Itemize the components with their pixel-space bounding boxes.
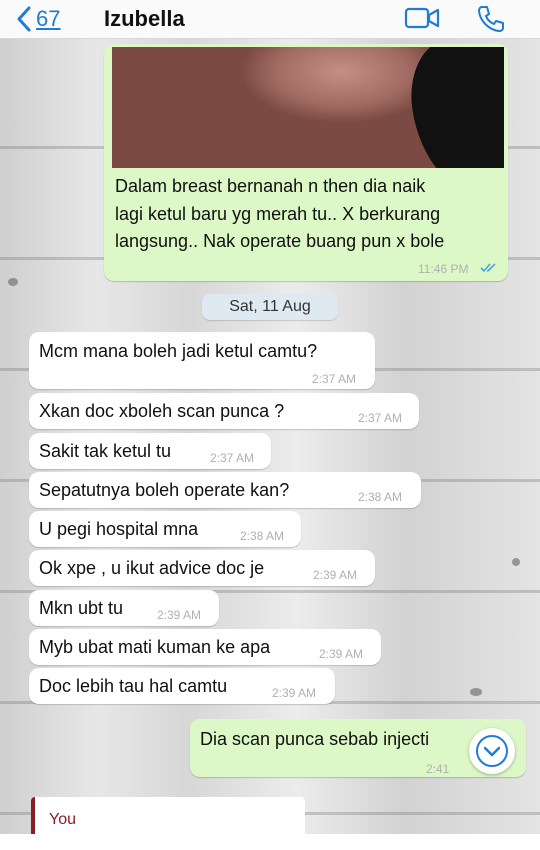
- message-text: Ok xpe , u ikut advice doc je: [39, 558, 265, 578]
- message-time: 2:37 AM: [312, 372, 357, 386]
- message-time: 2:37 AM: [358, 411, 403, 425]
- chevron-left-icon: [17, 6, 31, 32]
- chevron-down-circle-icon: [476, 735, 508, 767]
- scroll-down-button[interactable]: [469, 728, 515, 774]
- bottom-bar: [0, 834, 540, 850]
- chat-header: 67 Izubella: [0, 0, 540, 39]
- caption-line-2: lagi ketul baru yg merah tu.. X berkuran…: [115, 204, 441, 224]
- caption-line-1: Dalam breast bernanah n then dia naik: [115, 176, 426, 196]
- message-text: Myb ubat mati kuman ke apa: [39, 637, 271, 657]
- message-text: Doc lebih tau hal camtu: [39, 676, 228, 696]
- video-camera-icon: [404, 7, 440, 29]
- message-time: 2:39 AM: [319, 647, 364, 661]
- message-time: 2:38 AM: [240, 529, 285, 543]
- message-time: 2:38 AM: [358, 490, 403, 504]
- double-check-icon: [480, 263, 496, 273]
- message-time: 2:41: [426, 762, 450, 776]
- unread-count: 67: [36, 6, 61, 31]
- message-text: Sepatutnya boleh operate kan?: [39, 480, 290, 500]
- message-text: Xkan doc xboleh scan punca ?: [39, 401, 285, 421]
- video-call-button[interactable]: [404, 4, 442, 37]
- message-time: 2:37 AM: [210, 451, 255, 465]
- back-button[interactable]: 67: [16, 4, 60, 34]
- voice-call-button[interactable]: [476, 4, 506, 39]
- message-time: 2:39 AM: [313, 568, 358, 582]
- reply-sender: You: [49, 811, 76, 828]
- message-time: 2:39 AM: [157, 608, 202, 622]
- reply-preview[interactable]: You: [31, 797, 305, 837]
- date-separator: Sat, 11 Aug: [202, 294, 338, 320]
- message-photo[interactable]: [112, 47, 504, 168]
- contact-name[interactable]: Izubella: [104, 6, 185, 32]
- message-time: 11:46 PM: [418, 262, 469, 276]
- message-text: Sakit tak ketul tu: [39, 441, 172, 461]
- message-text: Dia scan punca sebab injecti: [200, 729, 430, 749]
- caption-line-3: langsung.. Nak operate buang pun x bole: [115, 231, 445, 251]
- message-time: 2:39 AM: [272, 686, 317, 700]
- message-text: Mkn ubt tu: [39, 598, 124, 618]
- phone-icon: [478, 6, 504, 32]
- message-text: Mcm mana boleh jadi ketul camtu?: [39, 341, 318, 361]
- message-text: U pegi hospital mna: [39, 519, 199, 539]
